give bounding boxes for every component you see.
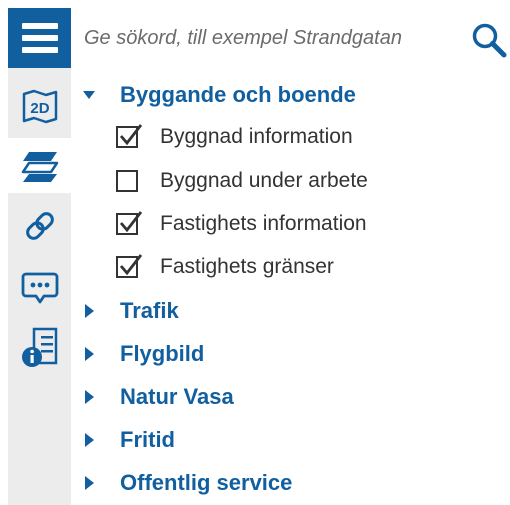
info-list-icon: [21, 327, 57, 367]
link-icon: [25, 211, 54, 240]
map-2d-label: 2D: [30, 100, 49, 117]
map-app: 2D Ge sökord, till exempel Strandgatan B…: [0, 0, 510, 505]
map-2d-icon: 2D: [22, 89, 57, 123]
layer-item-fastighets-information[interactable]: Fastighets information: [116, 207, 496, 241]
layer-group-trafik[interactable]: Trafik: [72, 294, 492, 328]
sidebar-item-share-link[interactable]: [8, 198, 71, 253]
group-label: Byggande och boende: [120, 82, 356, 107]
layer-group-offentlig-service[interactable]: Offentlig service: [72, 466, 492, 500]
layer-label: Byggnad under arbete: [160, 169, 368, 192]
triangle-right-icon[interactable]: [81, 389, 97, 405]
triangle-right-icon[interactable]: [81, 432, 97, 448]
group-label: Flygbild: [120, 341, 205, 366]
layer-label: Byggnad information: [160, 125, 353, 148]
search-input[interactable]: [84, 23, 468, 53]
search-bar: [72, 10, 508, 68]
search-icon: [472, 23, 507, 58]
group-label: Offentlig service: [120, 470, 293, 495]
layer-checkbox[interactable]: [116, 211, 143, 235]
group-label: Trafik: [120, 298, 179, 323]
sidebar-item-2d-map[interactable]: 2D: [8, 78, 71, 133]
checkmark-icon: [119, 124, 143, 146]
layer-item-byggnad-under-arbete[interactable]: Byggnad under arbete: [116, 164, 496, 198]
triangle-down-icon[interactable]: [81, 87, 97, 103]
checkmark-icon: [119, 211, 143, 233]
layer-checkbox[interactable]: [116, 124, 143, 148]
layer-group-flygbild[interactable]: Flygbild: [72, 337, 492, 371]
triangle-right-icon[interactable]: [81, 346, 97, 362]
layer-item-byggnad-information[interactable]: Byggnad information: [116, 120, 496, 154]
sidebar-item-feedback[interactable]: [8, 260, 71, 315]
layer-item-fastighets-granser[interactable]: Fastighets gränser: [116, 250, 496, 284]
layer-label: Fastighets information: [160, 212, 367, 235]
sidebar-item-legend-info[interactable]: [8, 320, 71, 375]
group-label: Natur Vasa: [120, 384, 234, 409]
search-button[interactable]: [471, 22, 507, 58]
layers-icon: [21, 151, 58, 182]
group-label: Fritid: [120, 427, 175, 452]
sidebar-item-layers[interactable]: [8, 138, 71, 193]
triangle-right-icon[interactable]: [81, 475, 97, 491]
layer-label: Fastighets gränser: [160, 255, 334, 278]
checkmark-icon: [119, 254, 143, 276]
layer-checkbox[interactable]: [116, 254, 143, 278]
hamburger-menu-icon: [21, 23, 58, 53]
layer-group-byggande-och-boende[interactable]: Byggande och boende: [72, 78, 492, 112]
layer-group-fritid[interactable]: Fritid: [72, 423, 492, 457]
layer-checkbox[interactable]: [116, 170, 138, 192]
triangle-right-icon[interactable]: [81, 303, 97, 319]
menu-button[interactable]: [8, 8, 71, 68]
layer-group-natur-vasa[interactable]: Natur Vasa: [72, 380, 492, 414]
sidebar: 2D: [8, 8, 71, 505]
speech-bubble-icon: [21, 272, 58, 303]
